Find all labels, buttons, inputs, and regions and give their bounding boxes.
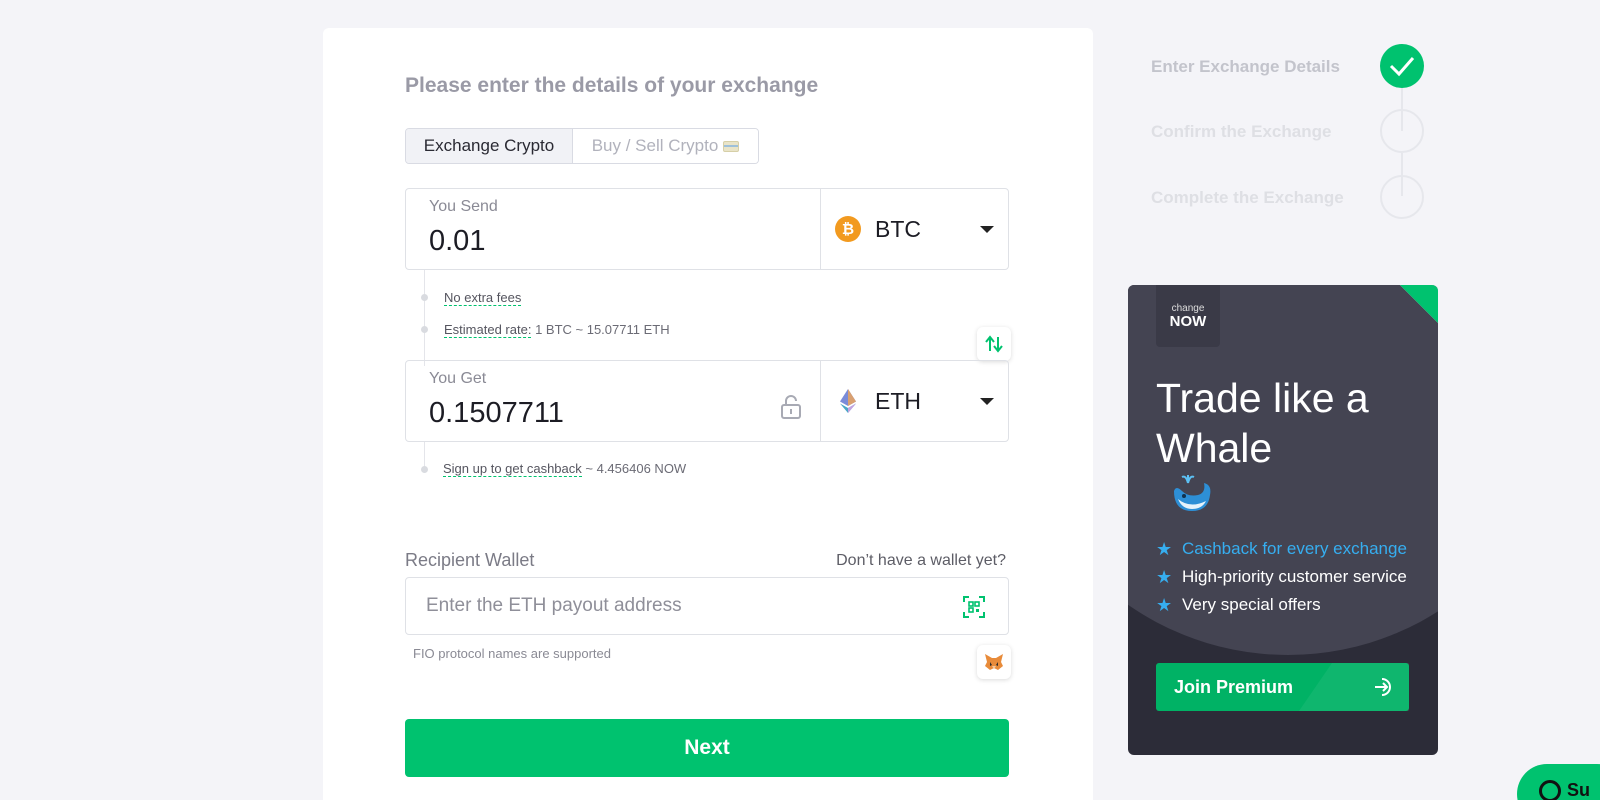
support-chat-icon	[1539, 780, 1561, 800]
exchange-card: Please enter the details of your exchang…	[323, 28, 1093, 800]
info-connector-line	[424, 270, 425, 366]
credit-card-icon	[723, 140, 740, 152]
step-confirm: Confirm the Exchange	[1151, 122, 1332, 141]
cashback-info: Sign up to get cashback ~ 4.456406 NOW	[443, 461, 687, 477]
metamask-button[interactable]	[977, 645, 1011, 679]
check-icon	[1389, 57, 1415, 77]
next-button[interactable]: Next	[405, 719, 1009, 777]
fees-info: No extra fees	[444, 290, 522, 306]
ethereum-icon	[840, 389, 856, 413]
info-dot	[421, 466, 428, 473]
send-label: You Send	[429, 198, 498, 215]
chevron-down-icon	[980, 398, 994, 405]
no-wallet-link[interactable]: Don’t have a wallet yet?	[836, 552, 1006, 570]
send-currency-select[interactable]: ₿ BTC	[820, 189, 1010, 269]
bitcoin-icon: ₿	[835, 216, 861, 242]
star-icon: ★	[1156, 594, 1173, 615]
recipient-wallet-label: Recipient Wallet	[405, 550, 535, 570]
info-dot	[421, 294, 428, 301]
chevron-down-icon	[980, 226, 994, 233]
send-amount-area[interactable]: You Send 0.01	[406, 189, 820, 269]
step-enter-details: Enter Exchange Details	[1151, 57, 1340, 76]
swap-currencies-button[interactable]	[977, 327, 1011, 361]
cashback-signup-link[interactable]: Sign up to get cashback	[443, 461, 582, 477]
step-complete-check	[1380, 44, 1424, 88]
benefit-item: ★ Very special offers	[1156, 594, 1321, 615]
send-amount-input[interactable]: 0.01	[429, 225, 485, 258]
qr-scan-icon[interactable]	[963, 596, 985, 618]
star-icon: ★	[1156, 538, 1173, 559]
benefit-item: ★ High-priority customer service	[1156, 566, 1407, 587]
get-currency-select[interactable]: ETH	[820, 361, 1010, 441]
join-premium-button[interactable]: Join Premium	[1156, 663, 1409, 711]
form-heading: Please enter the details of your exchang…	[405, 74, 819, 97]
step-pending-circle	[1380, 109, 1424, 153]
estimated-rate-value: 1 BTC ~ 15.07711 ETH	[535, 322, 670, 337]
info-dot	[421, 326, 428, 333]
payout-address-input[interactable]	[406, 578, 946, 634]
get-amount-area: You Get 0.1507711	[406, 361, 820, 441]
get-currency-ticker: ETH	[875, 387, 921, 414]
step-complete: Complete the Exchange	[1151, 188, 1344, 207]
get-amount-value: 0.1507711	[429, 397, 564, 429]
swap-arrows-icon	[985, 335, 1003, 353]
cashback-value: ~ 4.456406 NOW	[585, 461, 687, 476]
step-pending-circle	[1380, 175, 1424, 219]
recipient-wallet-field	[405, 577, 1009, 635]
support-chat-button[interactable]: Su	[1517, 764, 1600, 800]
no-extra-fees-link[interactable]: No extra fees	[444, 290, 522, 306]
unlock-icon[interactable]	[780, 395, 802, 419]
sign-in-arrow-icon	[1375, 678, 1391, 696]
get-label: You Get	[429, 370, 487, 387]
promo-title: Trade like a Whale	[1156, 375, 1369, 471]
premium-benefits-list: ★ Cashback for every exchange ★ High-prior…	[1156, 535, 1407, 619]
tab-buy-sell-crypto[interactable]: Buy / Sell Crypto	[573, 129, 758, 163]
premium-promo-banner: change NOW Trade like a Whale ★ Cashback …	[1128, 285, 1438, 755]
send-box: You Send 0.01 ₿ BTC	[405, 188, 1009, 270]
estimated-rate-link[interactable]: Estimated rate:	[444, 322, 532, 338]
promo-accent-corner	[1400, 285, 1438, 323]
exchange-tabs: Exchange Crypto Buy / Sell Crypto	[405, 128, 759, 164]
rate-info: Estimated rate: 1 BTC ~ 15.07711 ETH	[444, 322, 670, 338]
join-premium-label: Join Premium	[1174, 676, 1294, 697]
star-icon: ★	[1156, 566, 1173, 587]
fio-support-note: FIO protocol names are supported	[413, 646, 611, 661]
benefit-item: ★ Cashback for every exchange	[1156, 538, 1407, 559]
tab-exchange-crypto[interactable]: Exchange Crypto	[406, 129, 573, 163]
send-currency-ticker: BTC	[875, 215, 921, 242]
tab-buy-sell-label: Buy / Sell Crypto	[591, 136, 719, 155]
get-box: You Get 0.1507711 ETH	[405, 360, 1009, 442]
support-label: Su	[1567, 780, 1591, 800]
whale-icon	[1174, 475, 1211, 511]
metamask-fox-icon	[985, 654, 1003, 670]
changenow-logo: change NOW	[1156, 285, 1220, 347]
